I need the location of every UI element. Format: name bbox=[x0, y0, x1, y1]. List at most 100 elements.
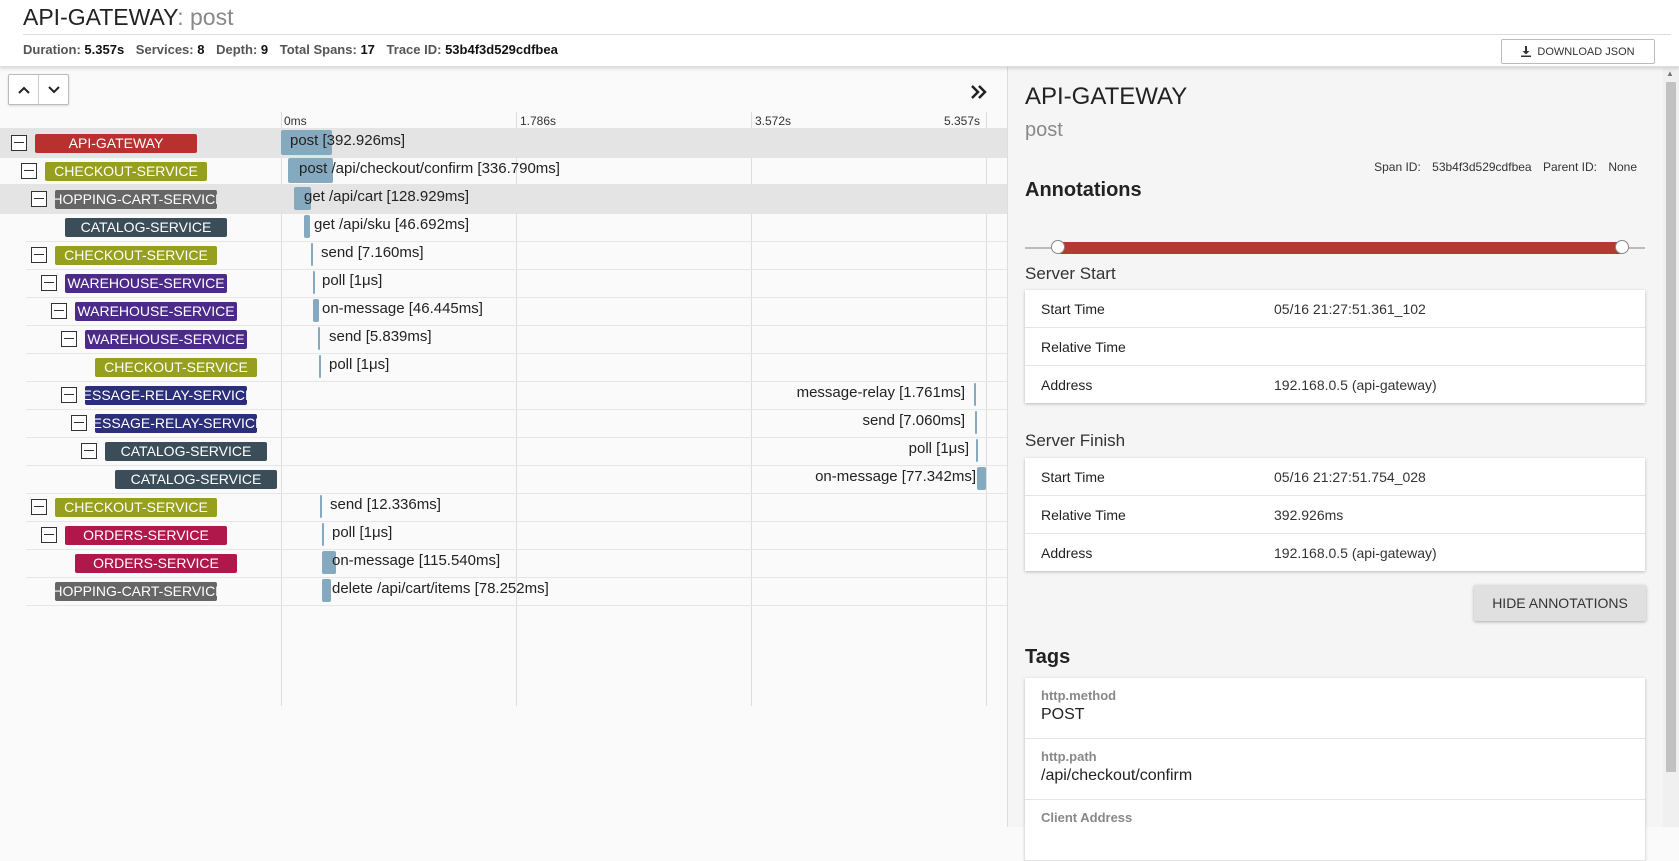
service-badge: WAREHOUSE-SERVICE bbox=[65, 274, 227, 293]
annotation-marker-start[interactable] bbox=[1051, 240, 1065, 254]
services-label: Services: bbox=[135, 42, 194, 57]
collapse-toggle[interactable] bbox=[41, 275, 57, 291]
annotation-row: Start Time 05/16 21:27:51.754_028 bbox=[1025, 458, 1645, 496]
span-row[interactable]: CHECKOUT-SERVICE send [12.336ms] bbox=[0, 492, 1007, 522]
span-ids: Span ID: 53b4f3d529cdfbea Parent ID: Non… bbox=[1374, 160, 1637, 174]
collapse-toggle[interactable] bbox=[31, 191, 47, 207]
span-label: poll [1μs] bbox=[329, 356, 390, 373]
span-row[interactable]: CATALOG-SERVICE poll [1μs] bbox=[0, 436, 1007, 466]
annotation-key: Address bbox=[1041, 545, 1093, 561]
annotation-key: Start Time bbox=[1041, 301, 1105, 317]
collapse-toggle[interactable] bbox=[61, 331, 77, 347]
collapse-toggle[interactable] bbox=[71, 415, 87, 431]
scroll-up-icon[interactable]: ▲ bbox=[1666, 69, 1674, 78]
double-chevron-right-icon bbox=[971, 85, 987, 99]
trace-title: API-GATEWAY: post bbox=[23, 4, 233, 31]
span-row[interactable]: CHECKOUT-SERVICE send [7.160ms] bbox=[0, 240, 1007, 270]
collapse-toggle[interactable] bbox=[41, 527, 57, 543]
span-row[interactable]: WAREHOUSE-SERVICE send [5.839ms] bbox=[0, 324, 1007, 354]
hide-annotations-button[interactable]: HIDE ANNOTATIONS bbox=[1474, 585, 1646, 621]
download-json-label: DOWNLOAD JSON bbox=[1537, 45, 1635, 58]
tag-row: http.method POST bbox=[1025, 678, 1645, 739]
span-bar bbox=[319, 355, 321, 378]
tag-row: http.path/api/checkout/confirm bbox=[1025, 739, 1645, 800]
annotation-key: Relative Time bbox=[1041, 507, 1126, 523]
trace-id-value: 53b4f3d529cdfbea bbox=[445, 42, 558, 57]
span-label: get /api/cart [128.929ms] bbox=[304, 188, 470, 205]
annotation-marker-end[interactable] bbox=[1615, 240, 1629, 254]
span-label: poll [1μs] bbox=[322, 272, 383, 289]
chevron-down-icon bbox=[47, 85, 60, 93]
span-row[interactable]: API-GATEWAY post [392.926ms] bbox=[0, 128, 1007, 158]
collapse-detail-button[interactable] bbox=[970, 79, 988, 105]
span-detail-panel: API-GATEWAY post Span ID: 53b4f3d529cdfb… bbox=[1007, 66, 1679, 861]
detail-operation-name: post bbox=[1025, 119, 1063, 141]
collapse-toggle[interactable] bbox=[11, 135, 27, 151]
annotation-key: Address bbox=[1041, 377, 1093, 393]
service-badge: CATALOG-SERVICE bbox=[115, 470, 277, 489]
collapse-toggle[interactable] bbox=[81, 443, 97, 459]
span-row[interactable]: CHECKOUT-SERVICE poll [1μs] bbox=[0, 352, 1007, 382]
service-badge: SHOPPING-CART-SERVICE bbox=[55, 582, 217, 601]
span-bar bbox=[322, 579, 331, 602]
span-row[interactable]: ORDERS-SERVICE poll [1μs] bbox=[0, 520, 1007, 550]
duration-value: 5.357s bbox=[84, 42, 125, 57]
trace-id-label: Trace ID: bbox=[386, 42, 442, 57]
span-label: message-relay [1.761ms] bbox=[796, 384, 965, 401]
next-row-button[interactable] bbox=[38, 75, 68, 104]
service-badge: WAREHOUSE-SERVICE bbox=[85, 330, 247, 349]
span-bar bbox=[322, 523, 324, 546]
span-row[interactable]: SHOPPING-CART-SERVICE delete /api/cart/i… bbox=[0, 576, 1007, 606]
span-row[interactable]: CATALOG-SERVICE on-message [77.342ms] bbox=[0, 464, 1007, 494]
tag-key: http.method bbox=[1041, 688, 1117, 703]
collapse-toggle[interactable] bbox=[31, 247, 47, 263]
depth-value: 9 bbox=[260, 42, 269, 57]
span-id-label: Span ID: bbox=[1374, 160, 1421, 174]
span-label: poll [1μs] bbox=[332, 524, 393, 541]
download-json-button[interactable]: DOWNLOAD JSON bbox=[1501, 39, 1655, 64]
total-spans-value: 17 bbox=[360, 42, 375, 57]
annotation-timeline-range bbox=[1058, 242, 1623, 254]
timeline-tick-2: 3.572s bbox=[755, 114, 792, 128]
span-row[interactable]: ORDERS-SERVICE on-message [115.540ms] bbox=[0, 548, 1007, 578]
span-row[interactable]: MESSAGE-RELAY-SERVICE send [7.060ms] bbox=[0, 408, 1007, 438]
service-badge: MESSAGE-RELAY-SERVICE bbox=[85, 386, 247, 405]
server-start-card: Start Time 05/16 21:27:51.361_102 Relativ… bbox=[1025, 290, 1645, 403]
annotation-row: Relative Time bbox=[1025, 328, 1645, 366]
collapse-toggle[interactable] bbox=[31, 499, 47, 515]
span-row[interactable]: WAREHOUSE-SERVICE poll [1μs] bbox=[0, 268, 1007, 298]
collapse-toggle[interactable] bbox=[51, 303, 67, 319]
span-id-value: 53b4f3d529cdfbea bbox=[1432, 160, 1532, 174]
span-row[interactable]: WAREHOUSE-SERVICE on-message [46.445ms] bbox=[0, 296, 1007, 326]
parent-id-value: None bbox=[1608, 160, 1637, 174]
service-badge: CHECKOUT-SERVICE bbox=[55, 498, 217, 517]
annotation-value: 192.168.0.5 (api-gateway) bbox=[1274, 545, 1437, 561]
span-label: delete /api/cart/items [78.252ms] bbox=[332, 580, 549, 597]
scrollbar-thumb[interactable] bbox=[1666, 82, 1676, 772]
header-divider bbox=[23, 34, 1671, 35]
span-row[interactable]: CATALOG-SERVICE get /api/sku [46.692ms] bbox=[0, 212, 1007, 242]
collapse-toggle[interactable] bbox=[61, 387, 77, 403]
service-badge: CATALOG-SERVICE bbox=[105, 442, 267, 461]
span-row[interactable]: CHECKOUT-SERVICE post /api/checkout/conf… bbox=[0, 156, 1007, 186]
server-start-heading: Server Start bbox=[1025, 264, 1116, 283]
tag-key: http.path bbox=[1041, 749, 1097, 764]
span-label: on-message [115.540ms] bbox=[332, 552, 501, 569]
tag-row: Client Address bbox=[1025, 800, 1645, 861]
annotation-value: 05/16 21:27:51.361_102 bbox=[1274, 301, 1426, 317]
trace-root-operation: post bbox=[190, 4, 234, 30]
parent-id-label: Parent ID: bbox=[1542, 160, 1597, 174]
timeline-tick-1: 1.786s bbox=[520, 114, 557, 128]
span-row[interactable]: MESSAGE-RELAY-SERVICE message-relay [1.7… bbox=[0, 380, 1007, 410]
annotation-row: Start Time 05/16 21:27:51.361_102 bbox=[1025, 290, 1645, 328]
trace-header: API-GATEWAY: post Duration: 5.357s Servi… bbox=[0, 0, 1679, 67]
detail-scrollbar[interactable]: ▲ bbox=[1663, 66, 1679, 827]
trace-title-separator: : bbox=[177, 4, 190, 30]
tags-heading: Tags bbox=[1025, 646, 1071, 668]
previous-row-button[interactable] bbox=[9, 75, 38, 104]
annotation-value: 192.168.0.5 (api-gateway) bbox=[1274, 377, 1437, 393]
span-row[interactable]: SHOPPING-CART-SERVICE get /api/cart [128… bbox=[0, 184, 1007, 214]
span-bar bbox=[975, 411, 977, 434]
collapse-toggle[interactable] bbox=[21, 163, 37, 179]
annotation-row: Address 192.168.0.5 (api-gateway) bbox=[1025, 366, 1645, 403]
